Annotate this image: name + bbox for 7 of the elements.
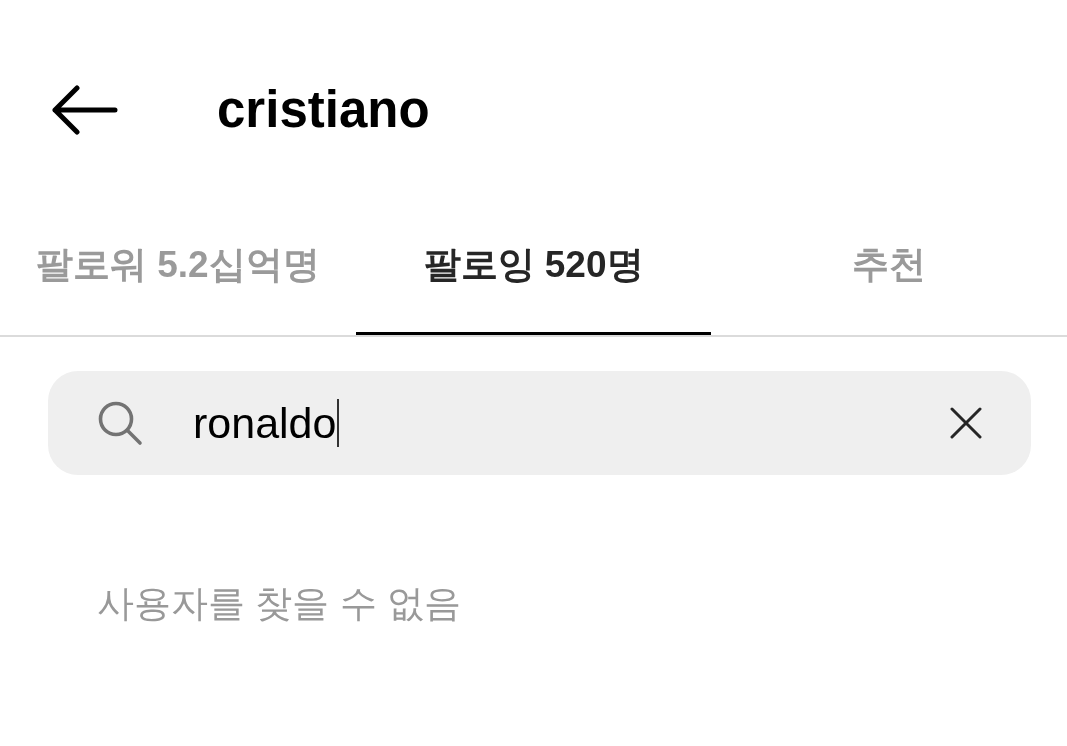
tab[interactable]: 팔로잉 520명: [355, 230, 712, 335]
clear-icon[interactable]: [950, 407, 982, 439]
no-results-message: 사용자를 찾을 수 없음: [97, 582, 462, 626]
search-icon: [97, 400, 143, 446]
back-icon[interactable]: [52, 85, 118, 135]
profile-username: cristiano: [217, 80, 430, 140]
search-field[interactable]: ronaldo: [48, 371, 1031, 475]
